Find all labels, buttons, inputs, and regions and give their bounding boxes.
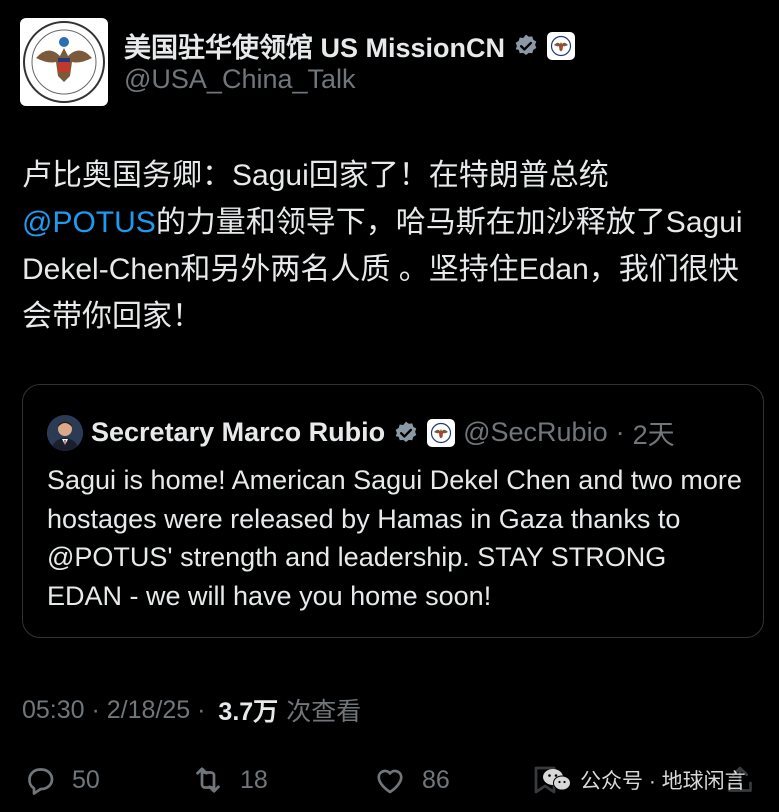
retweet-icon (196, 767, 220, 793)
person-portrait-icon (47, 414, 83, 451)
tweet-text: 卢比奥国务卿：Sagui回家了！在特朗普总统 @POTUS的力量和领导下，哈马斯在… (22, 152, 762, 340)
like-count: 86 (422, 765, 450, 794)
quoted-author-handle[interactable]: @SecRubio (463, 417, 607, 448)
author-avatar[interactable] (20, 18, 108, 106)
quoted-tweet-text: Sagui is home! American Sagui Dekel Chen… (47, 465, 742, 611)
tweet-text-part1: 卢比奥国务卿：Sagui回家了！在特朗普总统 (22, 159, 609, 192)
like-button[interactable]: 86 (372, 762, 450, 798)
watermark-text: 公众号 · 地球闲言 (580, 770, 746, 793)
quoted-author-display-name[interactable]: Secretary Marco Rubio (91, 417, 385, 448)
government-affiliate-badge-icon (547, 31, 576, 60)
tweet-meta: 05:30 · 2/18/25 · 3.7万 次查看 (22, 692, 361, 728)
wechat-watermark: 公众号 · 地球闲言 (542, 765, 746, 795)
reply-icon (28, 768, 54, 795)
reply-count: 50 (72, 765, 100, 794)
quoted-tweet-card[interactable]: Secretary Marco Rubio @SecRubio · 2天 Sagui… (22, 384, 764, 638)
potus-mention-link[interactable]: @POTUS (22, 206, 156, 239)
author-name-row[interactable]: 美国驻华使领馆 US MissionCN (124, 26, 576, 65)
retweet-button[interactable]: 18 (190, 762, 268, 798)
government-affiliate-badge-icon (427, 418, 456, 447)
views-label: 次查看 (286, 698, 362, 726)
meta-separator: · (190, 695, 213, 724)
verified-badge-icon (395, 421, 417, 442)
heart-icon (377, 769, 403, 794)
retweet-count: 18 (240, 765, 268, 794)
quoted-timestamp[interactable]: 2天 (633, 413, 675, 452)
tweet-time[interactable]: 05:30 (22, 696, 85, 725)
quoted-tweet-header: Secretary Marco Rubio @SecRubio · 2天 (47, 413, 675, 452)
views-count: 3.7万 (218, 698, 279, 726)
verified-badge-icon (515, 34, 537, 55)
wechat-logo-icon (543, 769, 571, 791)
reply-button[interactable]: 50 (22, 762, 100, 798)
author-handle[interactable]: @USA_China_Talk (124, 64, 356, 95)
us-seal-icon (23, 21, 105, 103)
quoted-separator: · (615, 417, 625, 447)
tweet-date[interactable]: 2/18/25 (107, 696, 190, 725)
quoted-author-avatar[interactable] (47, 414, 83, 451)
author-display-name[interactable]: 美国驻华使领馆 US MissionCN (124, 26, 505, 65)
meta-separator: · (84, 695, 107, 724)
